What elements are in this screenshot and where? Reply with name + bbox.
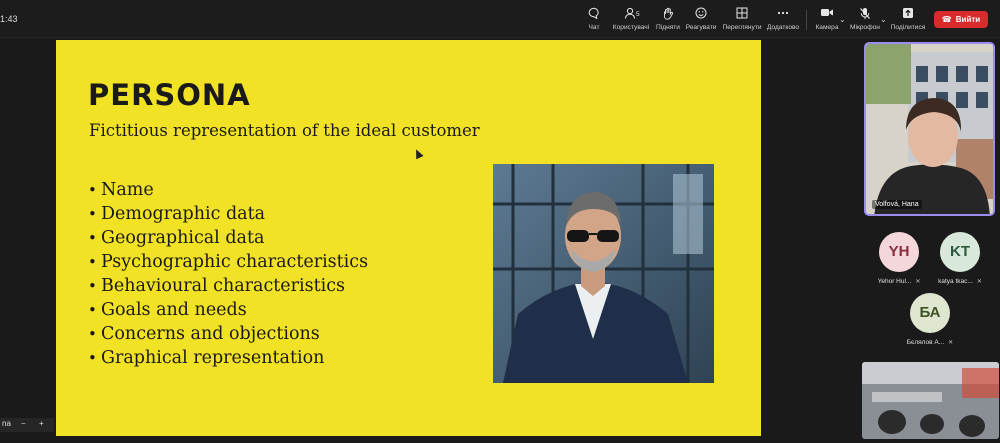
zoom-out-button[interactable]: −: [21, 419, 26, 428]
participant-tile[interactable]: БА Бєлялов А... ✕: [900, 293, 960, 346]
slide-bullet-list: • Name • Demographic data • Geographical da…: [88, 178, 368, 370]
mic-muted-icon: ✕: [915, 279, 921, 285]
more-icon: [759, 7, 807, 22]
bullet-item: • Demographic data: [88, 204, 266, 224]
bullet-item: • Concerns and objections: [88, 324, 320, 344]
participant-name: Бєлялов А...: [906, 339, 945, 346]
mic-muted-icon: ✕: [948, 340, 954, 346]
hang-up-icon: ☎: [941, 15, 952, 24]
participants-count: 5: [636, 11, 640, 18]
bullet-item: • Psychographic characteristics: [88, 252, 369, 272]
bullet-item: • Behavioural characteristics: [88, 276, 346, 296]
persona-photo: [493, 164, 714, 383]
zoom-label: na: [2, 419, 11, 428]
share-button[interactable]: Поділитися: [884, 7, 932, 35]
classroom-video-thumbnail[interactable]: [862, 362, 999, 439]
more-button[interactable]: Додатково: [759, 7, 807, 35]
share-icon: [884, 7, 932, 22]
zoom-in-button[interactable]: +: [39, 419, 44, 428]
participant-name: Yehor Hul...: [877, 278, 912, 285]
bullet-item: • Geographical data: [88, 228, 265, 248]
leave-label: Вийти: [955, 15, 981, 24]
bullet-item: • Graphical representation: [88, 348, 325, 368]
avatar: БА: [910, 293, 950, 333]
mouse-cursor-icon: [412, 147, 424, 160]
avatar: YH: [879, 232, 919, 272]
slide-subtitle: Fictitious representation of the ideal c…: [89, 121, 480, 140]
active-speaker-video[interactable]: Volfová, Hana: [864, 42, 995, 216]
zoom-control: na − +: [0, 418, 54, 432]
meeting-timer: 1:43: [0, 14, 18, 24]
share-label: Поділитися: [890, 24, 926, 31]
mic-muted-icon: ✕: [976, 279, 982, 285]
speaker-name: Volfová, Hana: [872, 200, 922, 209]
microphone-label: Мікрофон: [850, 24, 880, 31]
participant-tile[interactable]: YH Yehor Hul... ✕: [869, 232, 929, 285]
more-label: Додатково: [766, 24, 800, 31]
bullet-item: • Name: [88, 180, 154, 200]
participant-tile[interactable]: KT katya tkac... ✕: [930, 232, 990, 285]
avatar: KT: [940, 232, 980, 272]
bullet-item: • Goals and needs: [88, 300, 247, 320]
participant-name: katya tkac...: [938, 278, 973, 285]
slide-title: PERSONA: [88, 78, 251, 112]
meeting-toolbar: 1:43 Чат 5 Користувачі Підняти Реагувати…: [0, 0, 1000, 38]
leave-button[interactable]: ☎ Вийти: [934, 11, 988, 28]
shared-screen-slide: PERSONA Fictitious representation of the…: [56, 40, 761, 436]
